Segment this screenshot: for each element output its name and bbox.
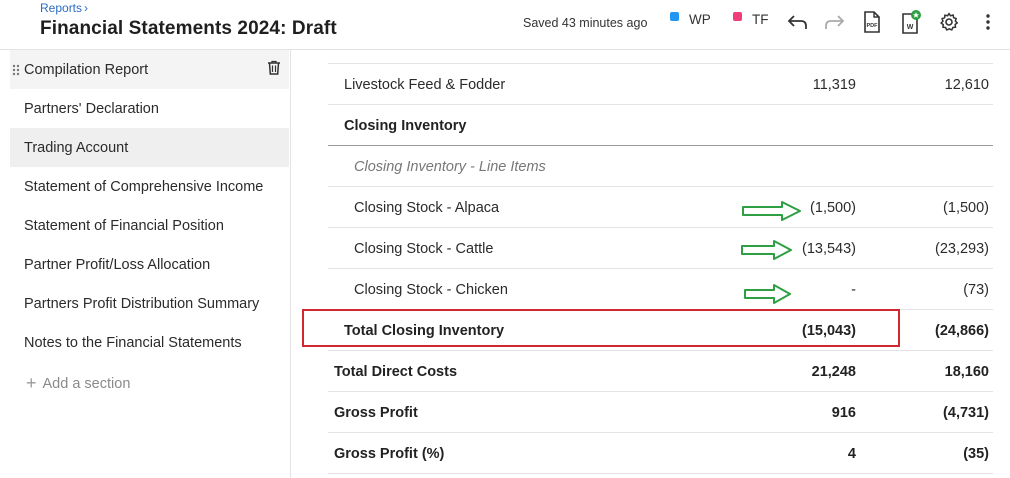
row-value-prior: (73) [963, 281, 989, 298]
svg-text:PDF: PDF [867, 23, 879, 29]
word-export-icon[interactable]: W [899, 10, 923, 34]
undo-icon[interactable] [786, 10, 810, 34]
redo-icon[interactable] [822, 10, 846, 34]
row-label: Closing Stock - Alpaca [354, 199, 500, 216]
legend-wp[interactable]: WP [670, 12, 711, 27]
row-label: Gross Profit (%) [334, 445, 445, 462]
table-row[interactable]: Gross Profit 916 (4,731) [0, 392, 1010, 433]
table-row[interactable]: Closing Stock - Cattle (13,543) (23,293) [0, 228, 1010, 269]
row-value-current: 4 [847, 445, 856, 462]
tf-color-swatch [733, 12, 742, 21]
table-row[interactable]: Livestock Feed & Fodder 11,319 12,610 [0, 64, 1010, 105]
table-row[interactable]: Closing Inventory [0, 105, 1010, 146]
breadcrumb[interactable]: Reports › [40, 1, 88, 15]
row-value-current: 916 [831, 404, 856, 421]
row-label: Closing Inventory - Line Items [354, 158, 546, 175]
row-value-current: 11,319 [812, 76, 856, 93]
row-label: Livestock Feed & Fodder [344, 76, 506, 93]
app-header: Reports › Financial Statements 2024: Draf… [0, 0, 1010, 50]
legend-wp-label: WP [689, 12, 711, 27]
breadcrumb-separator: › [84, 1, 89, 15]
row-value-current: (13,543) [801, 240, 856, 257]
saved-status: Saved 43 minutes ago [523, 16, 648, 30]
row-value-prior: 18,160 [944, 363, 989, 380]
row-label: Closing Inventory [344, 117, 467, 134]
settings-icon[interactable] [937, 10, 961, 34]
arrow-annotation-icon [741, 240, 792, 260]
table-row[interactable]: Closing Stock - Chicken - (73) [0, 269, 1010, 310]
table-row[interactable]: Closing Stock - Alpaca (1,500) (1,500) [0, 187, 1010, 228]
row-value-prior: (4,731) [943, 404, 989, 421]
page-title: Financial Statements 2024: Draft [40, 18, 337, 39]
pdf-icon[interactable]: PDF [860, 10, 884, 34]
row-label: Total Direct Costs [334, 363, 458, 380]
legend-tf-label: TF [752, 12, 769, 27]
row-value-current: (1,500) [810, 199, 856, 216]
breadcrumb-reports-link[interactable]: Reports [40, 1, 82, 15]
svg-text:W: W [907, 24, 914, 31]
more-vertical-icon[interactable] [976, 10, 1000, 34]
row-label: Closing Stock - Chicken [354, 281, 508, 298]
row-value-current: 21,248 [811, 363, 856, 380]
highlight-box-annotation [302, 309, 900, 347]
table-row[interactable]: Closing Inventory - Line Items [0, 146, 1010, 187]
row-label: Closing Stock - Cattle [354, 240, 494, 257]
arrow-annotation-icon [744, 284, 791, 304]
table-row[interactable]: Gross Profit (%) 4 (35) [0, 433, 1010, 474]
arrow-annotation-icon [742, 201, 801, 221]
row-value-prior: (35) [963, 445, 989, 462]
row-value-prior: (24,866) [934, 322, 989, 339]
row-value-prior: (1,500) [943, 199, 989, 216]
legend-tf[interactable]: TF [733, 12, 769, 27]
row-value-current: - [851, 281, 856, 298]
wp-color-swatch [670, 12, 679, 21]
table-row[interactable]: Total Direct Costs 21,248 18,160 [0, 351, 1010, 392]
row-label: Gross Profit [334, 404, 418, 421]
row-value-prior: 12,610 [944, 76, 989, 93]
row-value-prior: (23,293) [934, 240, 989, 257]
